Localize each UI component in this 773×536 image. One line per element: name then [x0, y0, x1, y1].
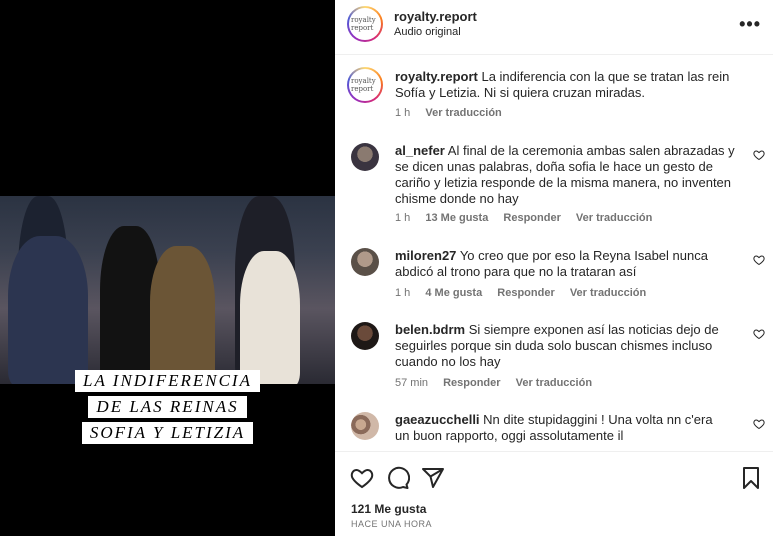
- post-header: royalty report royalty.report Audio orig…: [335, 0, 773, 55]
- like-comment-heart-icon[interactable]: [753, 328, 765, 340]
- post-timestamp: HACE UNA HORA: [351, 519, 433, 529]
- heart-icon[interactable]: [350, 466, 374, 490]
- comment-meta: 57 min Responder Ver traducción: [395, 377, 604, 389]
- video-caption-overlay: LA INDIFERENCIA DE LAS REINAS SOFIA Y LE…: [0, 368, 335, 446]
- account-username[interactable]: royalty.report: [394, 9, 477, 24]
- translate-link[interactable]: Ver traducción: [516, 377, 592, 389]
- comment-body: gaeazucchelli Nn dite stupidaggini ! Una…: [395, 412, 715, 444]
- caption-translate-link[interactable]: Ver traducción: [425, 107, 501, 119]
- caption-avatar[interactable]: royalty report: [347, 67, 383, 103]
- caption-time: 1 h: [395, 107, 411, 119]
- audio-label[interactable]: Audio original: [394, 26, 461, 38]
- figure-girl-left: [8, 236, 88, 384]
- reply-button[interactable]: Responder: [497, 287, 554, 299]
- comment-time: 57 min: [395, 377, 429, 389]
- overlay-line-3: SOFIA Y LETIZIA: [81, 422, 254, 444]
- comment-likes-count[interactable]: 4 Me gusta: [425, 287, 482, 299]
- share-icon[interactable]: [421, 466, 445, 490]
- figure-girl-white: [240, 251, 300, 384]
- comment-username[interactable]: belen.bdrm: [395, 322, 465, 337]
- comment-username[interactable]: gaeazucchelli: [395, 412, 480, 427]
- avatar[interactable]: [351, 248, 379, 276]
- comment-text: Al final de la ceremonia ambas salen abr…: [395, 143, 735, 206]
- comment-meta: 1 h 4 Me gusta Responder Ver traducción: [395, 287, 658, 299]
- comments-list[interactable]: royalty report royalty.report La indifer…: [335, 55, 773, 451]
- avatar[interactable]: [351, 322, 379, 350]
- overlay-line-2: DE LAS REINAS: [88, 396, 247, 418]
- post-side-panel: royalty report royalty.report Audio orig…: [335, 0, 773, 536]
- account-avatar[interactable]: royalty report: [347, 6, 383, 42]
- caption-meta: 1 h Ver traducción: [395, 107, 514, 119]
- more-options-icon[interactable]: •••: [739, 14, 761, 35]
- figure-woman-blonde: [150, 246, 215, 384]
- avatar[interactable]: [351, 143, 379, 171]
- translate-link[interactable]: Ver traducción: [576, 212, 652, 224]
- comment-meta: 1 h 13 Me gusta Responder Ver traducción: [395, 212, 664, 224]
- comment-time: 1 h: [395, 212, 411, 224]
- comment-likes-count[interactable]: 13 Me gusta: [425, 212, 488, 224]
- post-media[interactable]: LA INDIFERENCIA DE LAS REINAS SOFIA Y LE…: [0, 0, 335, 536]
- comment-username[interactable]: miloren27: [395, 248, 456, 263]
- post-actions-bar: 121 Me gusta HACE UNA HORA: [335, 451, 773, 536]
- translate-link[interactable]: Ver traducción: [570, 287, 646, 299]
- comment-body: al_nefer Al final de la ceremonia ambas …: [395, 143, 740, 207]
- caption-username[interactable]: royalty.report: [395, 69, 478, 84]
- like-comment-heart-icon[interactable]: [753, 254, 765, 266]
- comment-username[interactable]: al_nefer: [395, 143, 445, 158]
- save-icon[interactable]: [739, 466, 763, 490]
- likes-count[interactable]: 121 Me gusta: [351, 502, 426, 516]
- overlay-line-1: LA INDIFERENCIA: [75, 370, 260, 392]
- caption-body: royalty.report La indiferencia con la qu…: [395, 69, 740, 101]
- comment-body: miloren27 Yo creo que por eso la Reyna I…: [395, 248, 740, 280]
- comment-time: 1 h: [395, 287, 411, 299]
- comment-icon[interactable]: [386, 466, 410, 490]
- reply-button[interactable]: Responder: [503, 212, 560, 224]
- comment-body: belen.bdrm Si siempre exponen así las no…: [395, 322, 740, 370]
- logo-crown-icon: royalty report: [349, 8, 381, 40]
- avatar[interactable]: [351, 412, 379, 440]
- like-comment-heart-icon[interactable]: [753, 418, 765, 430]
- video-frame[interactable]: [0, 196, 335, 384]
- like-comment-heart-icon[interactable]: [753, 149, 765, 161]
- logo-crown-icon: royalty report: [349, 69, 381, 101]
- reply-button[interactable]: Responder: [443, 377, 500, 389]
